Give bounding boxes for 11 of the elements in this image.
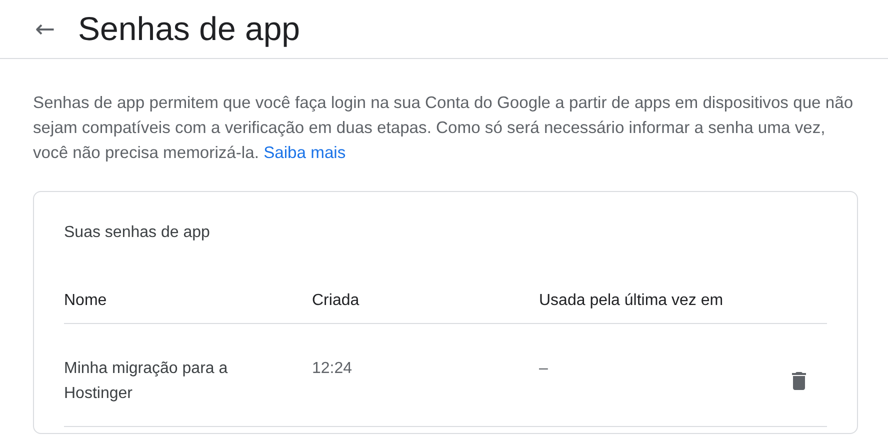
description-text: Senhas de app permitem que você faça login na sua Conta do Google a partir de apps em dispositivos que não sejam compatíveis com a verificação em duas etapas. Como só será necessário informar a senha uma vez, você não precisa memorizá-la. Saiba mais (33, 92, 854, 164)
page-title: Senhas de app (78, 10, 300, 48)
column-header: Nome (64, 292, 108, 311)
back-button[interactable]: ← (32, 16, 58, 42)
learn-more-link[interactable]: Saiba mais (264, 143, 346, 162)
column-header: Criada (312, 292, 360, 311)
table-cell-text: Minha migração para a Hostinger (64, 359, 229, 404)
card-title: Suas senhas de app (64, 224, 211, 243)
table-cell-text: 12:24 (312, 359, 354, 379)
table-cell-text: – (539, 359, 549, 379)
column-header: Usada pela última vez em (539, 292, 724, 311)
